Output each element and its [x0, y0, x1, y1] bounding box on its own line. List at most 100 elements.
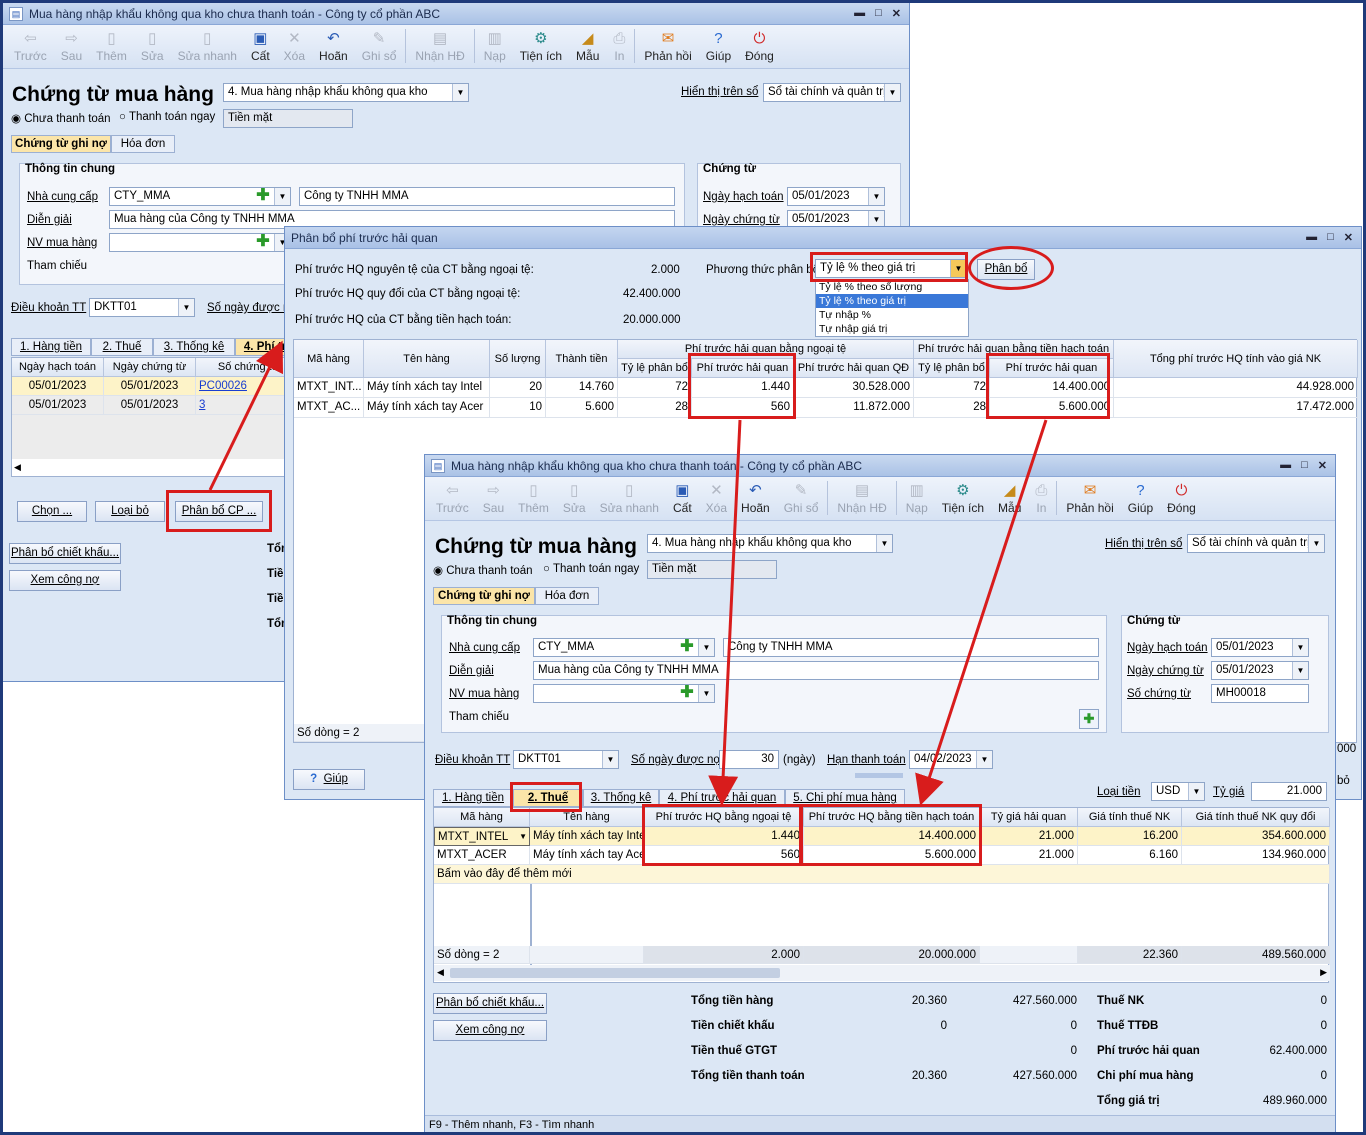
voucher-date-input[interactable]: 05/01/2023 ▼ — [1211, 661, 1309, 680]
tab-customs-fee[interactable]: 4. Phí trước hải quan — [659, 789, 785, 807]
edit-button[interactable]: ▯ Sửa — [134, 29, 171, 63]
template-button[interactable]: ◢ Mẫu — [569, 29, 606, 63]
voucher-type-select[interactable]: 4. Mua hàng nhập khẩu không qua kho ▼ — [647, 534, 893, 553]
voucher-no-input[interactable]: MH00018 — [1211, 684, 1309, 703]
tab-tax[interactable]: 2. Thuế — [91, 338, 153, 356]
template-button[interactable]: ◢ Mẫu — [991, 481, 1028, 515]
tab-stats[interactable]: 3. Thống kê — [153, 338, 235, 356]
prev-button[interactable]: ⇦ Trước — [429, 481, 476, 515]
book-select[interactable]: Sổ tài chính và quản trị ▼ — [763, 83, 901, 102]
option-manual-value[interactable]: Tự nhập giá trị — [816, 322, 968, 336]
radio-unpaid[interactable]: ◉ Chưa thanh toán — [11, 111, 111, 125]
prev-button[interactable]: ⇦ Trước — [7, 29, 54, 63]
horizontal-scrollbar[interactable]: ◀ ▶ — [434, 965, 1330, 981]
allocate-cost-button[interactable]: Phân bổ CP ... — [175, 501, 263, 522]
description-input[interactable]: Mua hàng của Công ty TNHH MMA — [533, 661, 1099, 680]
tab-goods[interactable]: 1. Hàng tiền — [433, 789, 513, 807]
save-button[interactable]: ▣ Cất — [244, 29, 277, 63]
quick-edit-button[interactable]: ▯ Sửa nhanh — [171, 29, 244, 63]
load-button[interactable]: ▥ Nạp — [477, 29, 513, 63]
minimize-icon[interactable]: ▬ — [854, 7, 865, 20]
undo-button[interactable]: ↶ Hoãn — [734, 481, 777, 515]
view-debt-button[interactable]: Xem công nợ — [433, 1020, 547, 1041]
next-button[interactable]: ⇨ Sau — [476, 481, 511, 515]
next-button[interactable]: ⇨ Sau — [54, 29, 89, 63]
utilities-button[interactable]: ⚙ Tiện ích — [513, 29, 569, 63]
option-by-quantity[interactable]: Tỷ lệ % theo số lượng — [816, 280, 968, 294]
post-button[interactable]: ✎ Ghi sổ — [777, 481, 826, 515]
delete-button[interactable]: ✕ Xóa — [277, 29, 312, 63]
quick-edit-button[interactable]: ▯ Sửa nhanh — [593, 481, 666, 515]
debt-days-input[interactable]: 30 — [719, 750, 779, 769]
undo-button[interactable]: ↶ Hoãn — [312, 29, 355, 63]
remove-button[interactable]: Loại bỏ — [95, 501, 165, 522]
save-button[interactable]: ▣ Cất — [666, 481, 699, 515]
post-date-input[interactable]: 05/01/2023 ▼ — [787, 187, 885, 206]
scroll-left-icon[interactable]: ◀ — [437, 967, 444, 978]
radio-paid-now[interactable]: ○ Thanh toán ngay — [119, 111, 215, 123]
view-debt-button[interactable]: Xem công nợ — [9, 570, 121, 591]
terms-select[interactable]: DKTT01 ▼ — [513, 750, 619, 769]
maximize-icon[interactable]: □ — [1327, 231, 1334, 244]
print-button[interactable]: ⎙ In — [606, 29, 632, 63]
currency-select[interactable]: USD ▼ — [1151, 782, 1205, 801]
post-button[interactable]: ✎ Ghi sổ — [355, 29, 404, 63]
tab-voucher[interactable]: Chứng từ ghi nợ — [433, 587, 535, 605]
close-button[interactable]: ⏻ Đóng — [1160, 481, 1203, 515]
load-button[interactable]: ▥ Nạp — [899, 481, 935, 515]
help-button[interactable]: ? Giúp — [699, 29, 738, 63]
add-staff-icon[interactable]: ✚ — [255, 234, 271, 250]
supplier-name-input[interactable]: Công ty TNHH MMA — [299, 187, 675, 206]
tab-invoice[interactable]: Hóa đơn — [111, 135, 175, 153]
delete-button[interactable]: ✕ Xóa — [699, 481, 734, 515]
allocate-discount-button[interactable]: Phân bổ chiết khấu... — [9, 543, 121, 564]
radio-unpaid[interactable]: ◉ Chưa thanh toán — [433, 563, 533, 577]
add-button[interactable]: ▯ Thêm — [511, 481, 556, 515]
add-button[interactable]: ▯ Thêm — [89, 29, 134, 63]
edit-button[interactable]: ▯ Sửa — [556, 481, 593, 515]
maximize-icon[interactable]: □ — [875, 7, 882, 20]
tab-invoice[interactable]: Hóa đơn — [535, 587, 599, 605]
feedback-button[interactable]: ✉ Phản hồi — [1059, 481, 1120, 515]
cell-code-select[interactable]: MTXT_INTEL ▼ — [434, 827, 530, 846]
splitter-handle[interactable] — [855, 773, 903, 778]
tab-voucher[interactable]: Chứng từ ghi nợ — [11, 135, 111, 153]
post-date-input[interactable]: 05/01/2023 ▼ — [1211, 638, 1309, 657]
supplier-name-input[interactable]: Công ty TNHH MMA — [723, 638, 1099, 657]
choose-button[interactable]: Chọn ... — [17, 501, 87, 522]
receive-invoice-button[interactable]: ▤ Nhận HĐ — [830, 481, 893, 515]
terms-select[interactable]: DKTT01 ▼ — [89, 298, 195, 317]
utilities-button[interactable]: ⚙ Tiện ích — [935, 481, 991, 515]
scroll-right-icon[interactable]: ▶ — [1320, 967, 1327, 978]
minimize-icon[interactable]: ▬ — [1306, 231, 1317, 244]
tab-purchase-cost[interactable]: 5. Chi phí mua hàng — [785, 789, 905, 807]
scroll-thumb[interactable] — [450, 968, 780, 978]
add-supplier-icon[interactable]: ✚ — [679, 639, 695, 655]
scroll-left-icon[interactable]: ◀ — [14, 462, 21, 473]
help-button[interactable]: ? Giúp — [1121, 481, 1160, 515]
feedback-button[interactable]: ✉ Phản hồi — [637, 29, 698, 63]
add-supplier-icon[interactable]: ✚ — [255, 188, 271, 204]
minimize-icon[interactable]: ▬ — [1280, 459, 1291, 472]
option-by-value[interactable]: Tỷ lệ % theo giá trị — [816, 294, 968, 308]
voucher-type-select[interactable]: 4. Mua hàng nhập khẩu không qua kho ▼ — [223, 83, 469, 102]
close-button[interactable]: ⏻ Đóng — [738, 29, 781, 63]
rate-input[interactable]: 21.000 — [1251, 782, 1327, 801]
close-icon[interactable]: ✕ — [892, 7, 901, 20]
tab-stats[interactable]: 3. Thống kê — [583, 789, 659, 807]
close-icon[interactable]: ✕ — [1344, 231, 1353, 244]
due-date-input[interactable]: 04/02/2023 ▼ — [909, 750, 993, 769]
tab-tax[interactable]: 2. Thuế — [513, 789, 583, 807]
method-select[interactable]: Tỷ lệ % theo giá trị ▼ — [815, 259, 967, 278]
receive-invoice-button[interactable]: ▤ Nhận HĐ — [408, 29, 471, 63]
add-new-row[interactable]: Bấm vào đây để thêm mới — [434, 865, 1330, 884]
book-select[interactable]: Sổ tài chính và quản trị ▼ — [1187, 534, 1325, 553]
option-manual-percent[interactable]: Tự nhập % — [816, 308, 968, 322]
add-reference-icon[interactable]: ✚ — [1079, 709, 1099, 729]
print-button[interactable]: ⎙ In — [1028, 481, 1054, 515]
allocate-discount-button[interactable]: Phân bổ chiết khấu... — [433, 993, 547, 1014]
add-staff-icon[interactable]: ✚ — [679, 685, 695, 701]
maximize-icon[interactable]: □ — [1301, 459, 1308, 472]
close-icon[interactable]: ✕ — [1318, 459, 1327, 472]
tab-goods[interactable]: 1. Hàng tiền — [11, 338, 91, 356]
